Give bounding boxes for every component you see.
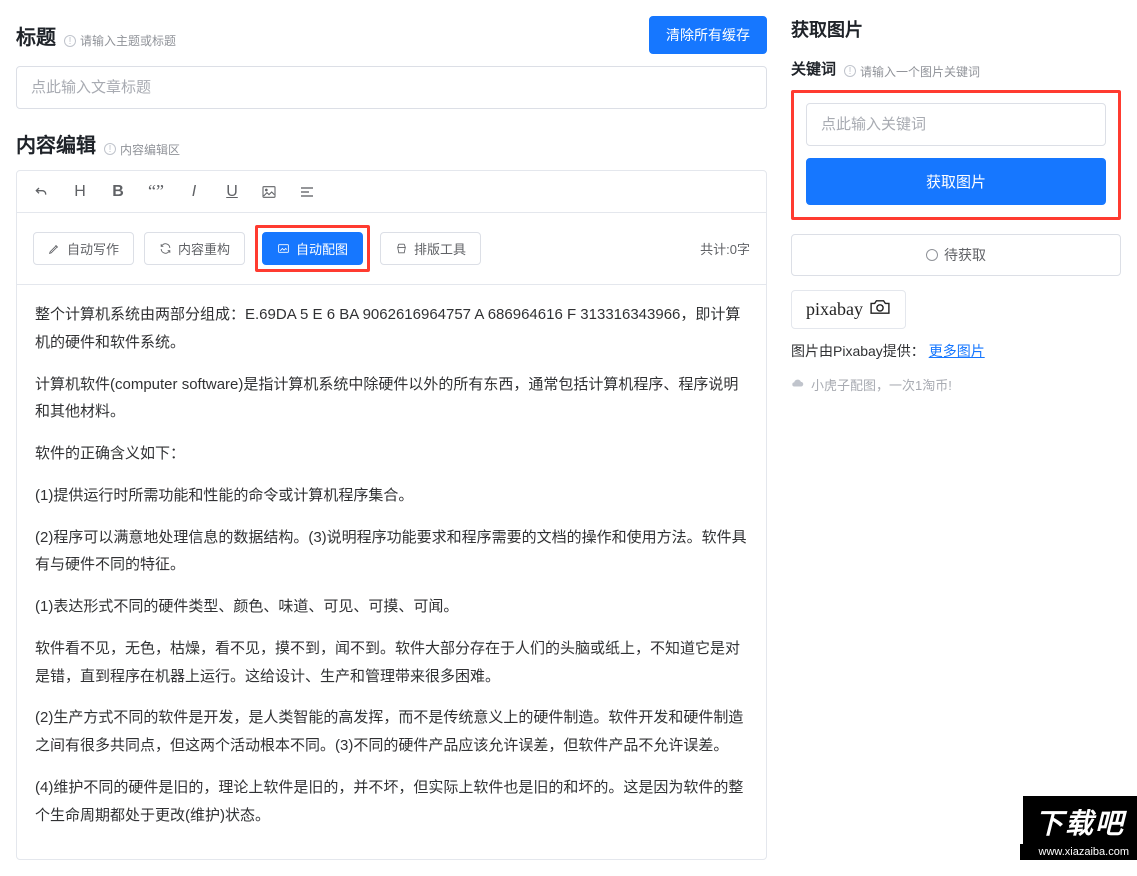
editor-content[interactable]: 整个计算机系统由两部分组成：E.69DA 5 E 6 BA 9062616964…	[17, 285, 766, 859]
title-hint: ! 请输入主题或标题	[64, 32, 176, 49]
image-icon[interactable]	[261, 184, 279, 200]
info-icon: !	[104, 143, 116, 155]
tip-line: 小虎子配图，一次1淘币!	[791, 375, 1121, 394]
content-restruct-button[interactable]: 内容重构	[144, 232, 245, 265]
provider-line: 图片由Pixabay提供： 更多图片	[791, 341, 1121, 361]
paragraph: 软件看不见，无色，枯燥，看不见，摸不到，闻不到。软件大部分存在于人们的头脑或纸上…	[35, 635, 748, 691]
fetch-status: 待获取	[791, 234, 1121, 276]
keyword-label: 关键词	[791, 58, 836, 79]
paragraph: 计算机软件(computer software)是指计算机系统中除硬件以外的所有…	[35, 371, 748, 427]
layout-icon	[395, 242, 408, 255]
word-count: 共计:0字	[700, 239, 750, 258]
clear-cache-button[interactable]: 清除所有缓存	[649, 16, 767, 54]
quote-icon[interactable]: “”	[147, 181, 165, 202]
underline-icon[interactable]: U	[223, 183, 241, 201]
cloud-icon	[791, 376, 805, 393]
align-icon[interactable]	[299, 184, 317, 200]
undo-icon[interactable]	[33, 184, 51, 200]
fetch-image-title: 获取图片	[791, 16, 1121, 42]
editor-hint: ! 内容编辑区	[104, 141, 180, 158]
article-title-input[interactable]	[16, 66, 767, 109]
paragraph: 整个计算机系统由两部分组成：E.69DA 5 E 6 BA 9062616964…	[35, 301, 748, 357]
action-toolbar: 自动写作 内容重构 自动配图 排版工具 共计:0字	[17, 213, 766, 285]
watermark: 下载吧 www.xiazaiba.com	[1020, 793, 1137, 860]
italic-icon[interactable]: I	[185, 183, 203, 201]
title-header: 标题 ! 请输入主题或标题 清除所有缓存	[16, 16, 767, 54]
auto-write-button[interactable]: 自动写作	[33, 232, 134, 265]
pencil-icon	[48, 242, 61, 255]
title-label: 标题	[16, 21, 56, 50]
editor-label: 内容编辑	[16, 129, 96, 158]
paragraph: (1)表达形式不同的硬件类型、颜色、味道、可见、可摸、可闻。	[35, 593, 748, 621]
empty-circle-icon	[926, 249, 938, 261]
keyword-hint: ! 请输入一个图片关键词	[844, 63, 980, 80]
watermark-url: www.xiazaiba.com	[1020, 844, 1137, 860]
more-images-link[interactable]: 更多图片	[929, 343, 985, 359]
heading-icon[interactable]: H	[71, 183, 89, 201]
keyword-highlight-box: 获取图片	[791, 90, 1121, 220]
refresh-icon	[159, 242, 172, 255]
auto-image-highlight: 自动配图	[255, 225, 370, 272]
auto-image-button[interactable]: 自动配图	[262, 232, 363, 265]
paragraph: (2)生产方式不同的软件是开发，是人类智能的高发挥，而不是传统意义上的硬件制造。…	[35, 704, 748, 760]
paragraph: (4)维护不同的硬件是旧的，理论上软件是旧的，并不坏，但实际上软件也是旧的和坏的…	[35, 774, 748, 830]
paragraph: (2)程序可以满意地处理信息的数据结构。(3)说明程序功能要求和程序需要的文档的…	[35, 524, 748, 580]
watermark-logo: 下载吧	[1020, 793, 1137, 844]
info-icon: !	[844, 65, 856, 77]
camera-icon	[869, 299, 891, 320]
paragraph: 软件的正确含义如下：	[35, 440, 748, 468]
keyword-input[interactable]	[806, 103, 1106, 146]
fetch-image-button[interactable]: 获取图片	[806, 158, 1106, 205]
paragraph: (1)提供运行时所需功能和性能的命令或计算机程序集合。	[35, 482, 748, 510]
format-toolbar: H B “” I U	[17, 171, 766, 213]
info-icon: !	[64, 35, 76, 47]
bold-icon[interactable]: B	[109, 183, 127, 201]
pixabay-badge: pixabay	[791, 290, 906, 329]
picture-icon	[277, 242, 290, 255]
layout-tool-button[interactable]: 排版工具	[380, 232, 481, 265]
editor-panel: H B “” I U 自动写作 内容重构	[16, 170, 767, 860]
